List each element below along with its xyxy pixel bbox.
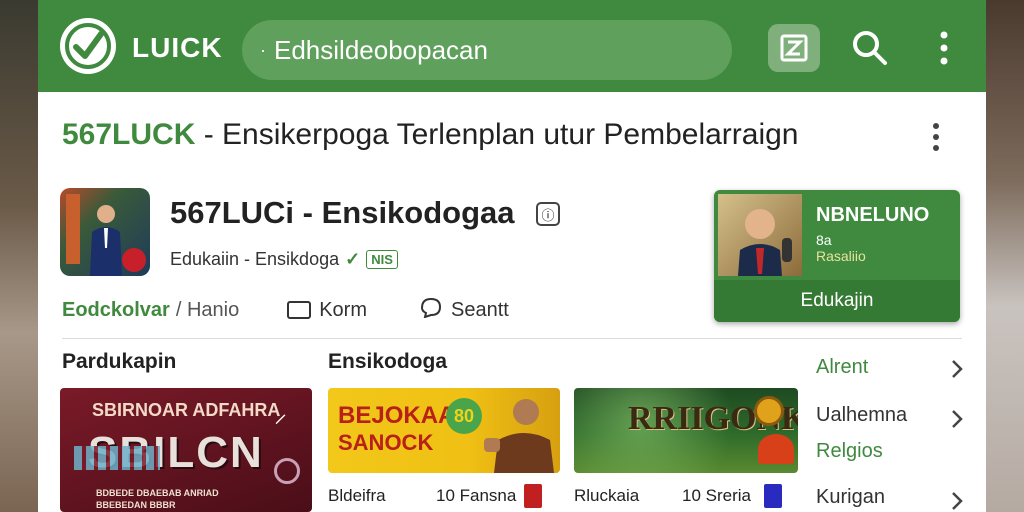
card-caption: BDBEDE DBAEBAB ANRIAD xyxy=(96,488,219,498)
info-icon[interactable]: ⓘ xyxy=(536,202,560,226)
search-value: Edhsildeobopacan xyxy=(274,34,488,65)
more-menu-icon[interactable] xyxy=(918,24,970,72)
top-bar: LUICK · Edhsildeobopacan xyxy=(38,0,986,92)
verified-icon: ✓ xyxy=(345,249,361,269)
card-title: SANOCK xyxy=(338,430,434,455)
chevron-right-icon[interactable] xyxy=(950,490,964,512)
app-window: LUICK · Edhsildeobopacan 567LUCK - Ensik… xyxy=(38,0,986,512)
app-category: Edukaiin - Ensikdoga xyxy=(170,249,340,269)
edit-icon[interactable] xyxy=(768,24,820,72)
brand-logo-icon[interactable] xyxy=(60,18,116,74)
card-person-image xyxy=(484,390,560,473)
card-lock-icon xyxy=(274,458,300,484)
brand-name: LUICK xyxy=(132,32,223,63)
app-actions: Eodckolvar / Hanio Korm Seantt xyxy=(62,296,509,324)
search-cursor-icon: · xyxy=(260,39,266,60)
flag-icon xyxy=(764,484,782,508)
search-icon[interactable] xyxy=(844,24,896,72)
action-comment[interactable]: Korm xyxy=(319,299,367,322)
app-subtitle: Edukaiin - Ensikdoga ✓ NIS xyxy=(170,249,398,270)
featured-category-label: Edukajin xyxy=(714,280,960,322)
app-badge: NIS xyxy=(366,250,398,269)
action-primary-extra: / Hanio xyxy=(175,298,240,321)
card-meta-count: 10 Sreria xyxy=(682,486,751,505)
section-label-mid: Ensikodoga xyxy=(328,350,448,373)
app-title: 567LUCi - Ensikodogaa xyxy=(170,195,515,230)
card-caption-2: BBEBEDAN BBBR xyxy=(96,500,176,510)
right-list-label: Relgios xyxy=(816,440,883,462)
featured-card[interactable]: NBNELUNO 8a Rasaliio Edukajin xyxy=(714,190,960,322)
right-list-item[interactable]: Alrent xyxy=(816,356,868,379)
featured-photo xyxy=(718,194,802,276)
right-list-label: Ualhemna xyxy=(816,404,908,426)
content-card[interactable]: BEJOKAAN SANOCK 80 xyxy=(328,388,560,473)
flag-icon xyxy=(524,484,542,508)
background-left xyxy=(0,0,40,512)
page-title: 567LUCK - Ensikerpoga Terlenplan utur Pe… xyxy=(62,118,799,152)
page-title-text: - Ensikerpoga Terlenplan utur Pembelarra… xyxy=(195,118,799,151)
card-meta-title: Rluckaia xyxy=(574,486,640,505)
featured-title: NBNELUNO xyxy=(816,204,930,226)
card-coin-icon xyxy=(754,396,784,426)
content-card[interactable]: RRIIGONK xyxy=(574,388,798,473)
background-right xyxy=(984,0,1024,512)
divider xyxy=(62,338,962,339)
right-list-item[interactable]: Relgios xyxy=(816,440,883,463)
card-meta-count: 10 Fansna xyxy=(436,486,517,505)
card-headline: SBIRNOAR ADFAHRA xyxy=(92,400,281,420)
chevron-right-icon[interactable] xyxy=(950,408,964,435)
right-list-label: Kurigan xyxy=(816,486,885,508)
card-key-icon: ⸝ xyxy=(274,398,288,428)
card-flower-decoration xyxy=(758,434,794,464)
chevron-right-icon[interactable] xyxy=(950,358,964,385)
action-search[interactable]: Seantt xyxy=(451,299,509,322)
app-thumbnail[interactable] xyxy=(60,188,150,276)
featured-caption: Rasaliio xyxy=(816,248,866,264)
content-card[interactable]: SBIRNOAR ADFAHRA ⸝ SBILCN BDBEDE DBAEBAB… xyxy=(60,388,312,512)
right-list-label: Alrent xyxy=(816,356,869,378)
section-label-left: Pardukapin xyxy=(62,350,177,373)
right-list-item[interactable]: Ualhemna xyxy=(816,404,907,427)
action-primary[interactable]: Eodckolvar xyxy=(62,299,170,322)
search-input[interactable]: · Edhsildeobopacan xyxy=(242,20,732,80)
right-list-item[interactable]: Kurigan xyxy=(816,486,885,509)
page-more-icon[interactable] xyxy=(932,122,940,157)
share-icon xyxy=(419,296,443,324)
card-coin-icon: 80 xyxy=(446,398,482,434)
card-meta-title: Bldeifra xyxy=(328,486,386,505)
comment-icon xyxy=(287,301,312,319)
page-title-brand: 567LUCK xyxy=(62,118,196,151)
card-figures-decoration xyxy=(74,446,160,470)
featured-subtitle: 8a xyxy=(816,232,832,248)
